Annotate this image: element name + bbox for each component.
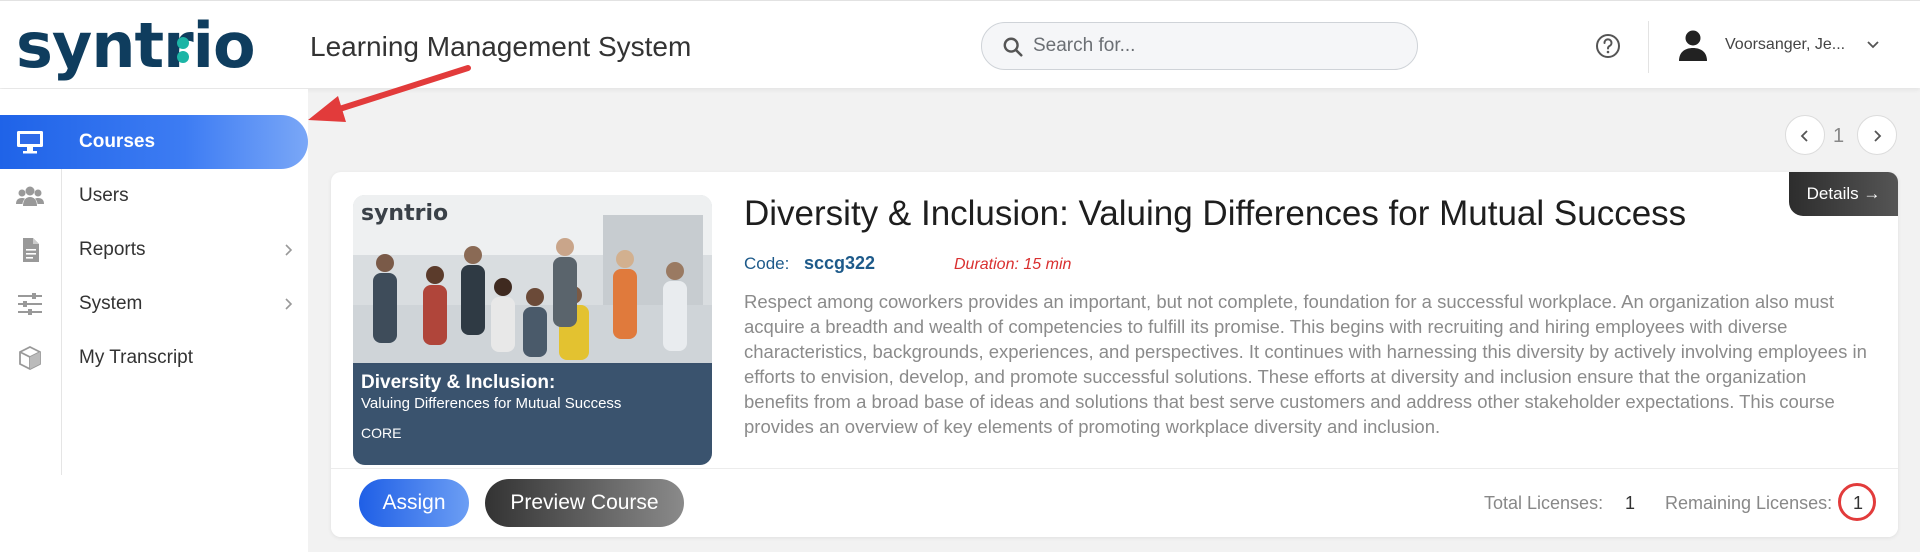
top-header: syntrio Learning Management System Voors… (0, 0, 1920, 88)
details-button[interactable]: Details → (1789, 172, 1898, 216)
course-card: syntrio Diversity & Inclusion: Valuing D… (331, 172, 1898, 537)
course-description: Respect among coworkers provides an impo… (744, 291, 1867, 437)
course-code-value: sccg322 (804, 253, 876, 273)
course-duration: Duration: 15 min (954, 256, 1072, 273)
user-name[interactable]: Voorsanger, Je... (1725, 36, 1845, 54)
total-licenses-label: Total Licenses: (1484, 493, 1604, 513)
user-avatar-icon[interactable] (1678, 29, 1708, 61)
help-circle-icon[interactable] (1594, 32, 1622, 60)
header-divider (1648, 21, 1649, 73)
thumbnail-tag: CORE (361, 425, 402, 441)
thumbnail-brand: syntrio (361, 201, 449, 226)
monitor-icon (17, 131, 43, 154)
sidebar-item-system[interactable]: System (0, 277, 308, 331)
search-box[interactable] (981, 22, 1418, 70)
annotation-arrow-icon (308, 65, 471, 122)
search-input[interactable] (1033, 33, 1393, 59)
sidebar-item-label: Reports (79, 239, 146, 260)
sidebar-item-courses[interactable]: Courses (0, 115, 308, 169)
prev-page-button[interactable] (1785, 115, 1825, 155)
chevron-right-icon (285, 298, 293, 310)
sidebar-item-label: Courses (79, 131, 156, 152)
course-thumbnail[interactable]: syntrio Diversity & Inclusion: Valuing D… (353, 195, 712, 465)
chevron-right-icon (1874, 130, 1882, 142)
thumbnail-title: Diversity & Inclusion: (361, 372, 556, 393)
preview-course-button[interactable]: Preview Course (485, 479, 684, 527)
chevron-left-icon (1800, 130, 1808, 142)
assign-button[interactable]: Assign (359, 479, 469, 527)
cube-icon (19, 346, 41, 370)
sliders-icon (18, 293, 42, 315)
page-number: 1 (1833, 125, 1845, 147)
course-title[interactable]: Diversity & Inclusion: Valuing Differenc… (744, 194, 1686, 234)
course-card-footer: Assign Preview Course Total Licenses: 1 … (331, 468, 1898, 537)
sidebar: Courses Users Reports System My Transcri… (0, 89, 308, 552)
sidebar-item-label: System (79, 293, 143, 314)
document-icon (23, 238, 39, 262)
sidebar-item-label: My Transcript (79, 347, 194, 368)
search-icon (1003, 37, 1023, 57)
sidebar-item-my-transcript[interactable]: My Transcript (0, 331, 308, 385)
syntrio-logo[interactable]: syntrio (16, 15, 256, 77)
remaining-licenses-label: Remaining Licenses: (1665, 493, 1833, 513)
app-title: Learning Management System (310, 31, 692, 62)
users-icon (16, 186, 44, 206)
chevron-right-icon (285, 244, 293, 256)
sidebar-item-reports[interactable]: Reports (0, 223, 308, 277)
thumbnail-subtitle: Valuing Differences for Mutual Success (361, 395, 622, 412)
total-licenses-value: 1 (1625, 493, 1636, 513)
next-page-button[interactable] (1857, 115, 1897, 155)
sidebar-item-users[interactable]: Users (0, 169, 308, 223)
chevron-down-icon[interactable] (1866, 40, 1880, 50)
sidebar-item-label: Users (79, 185, 129, 206)
annotation-circle (1838, 483, 1876, 521)
course-code-label: Code: (744, 254, 790, 273)
